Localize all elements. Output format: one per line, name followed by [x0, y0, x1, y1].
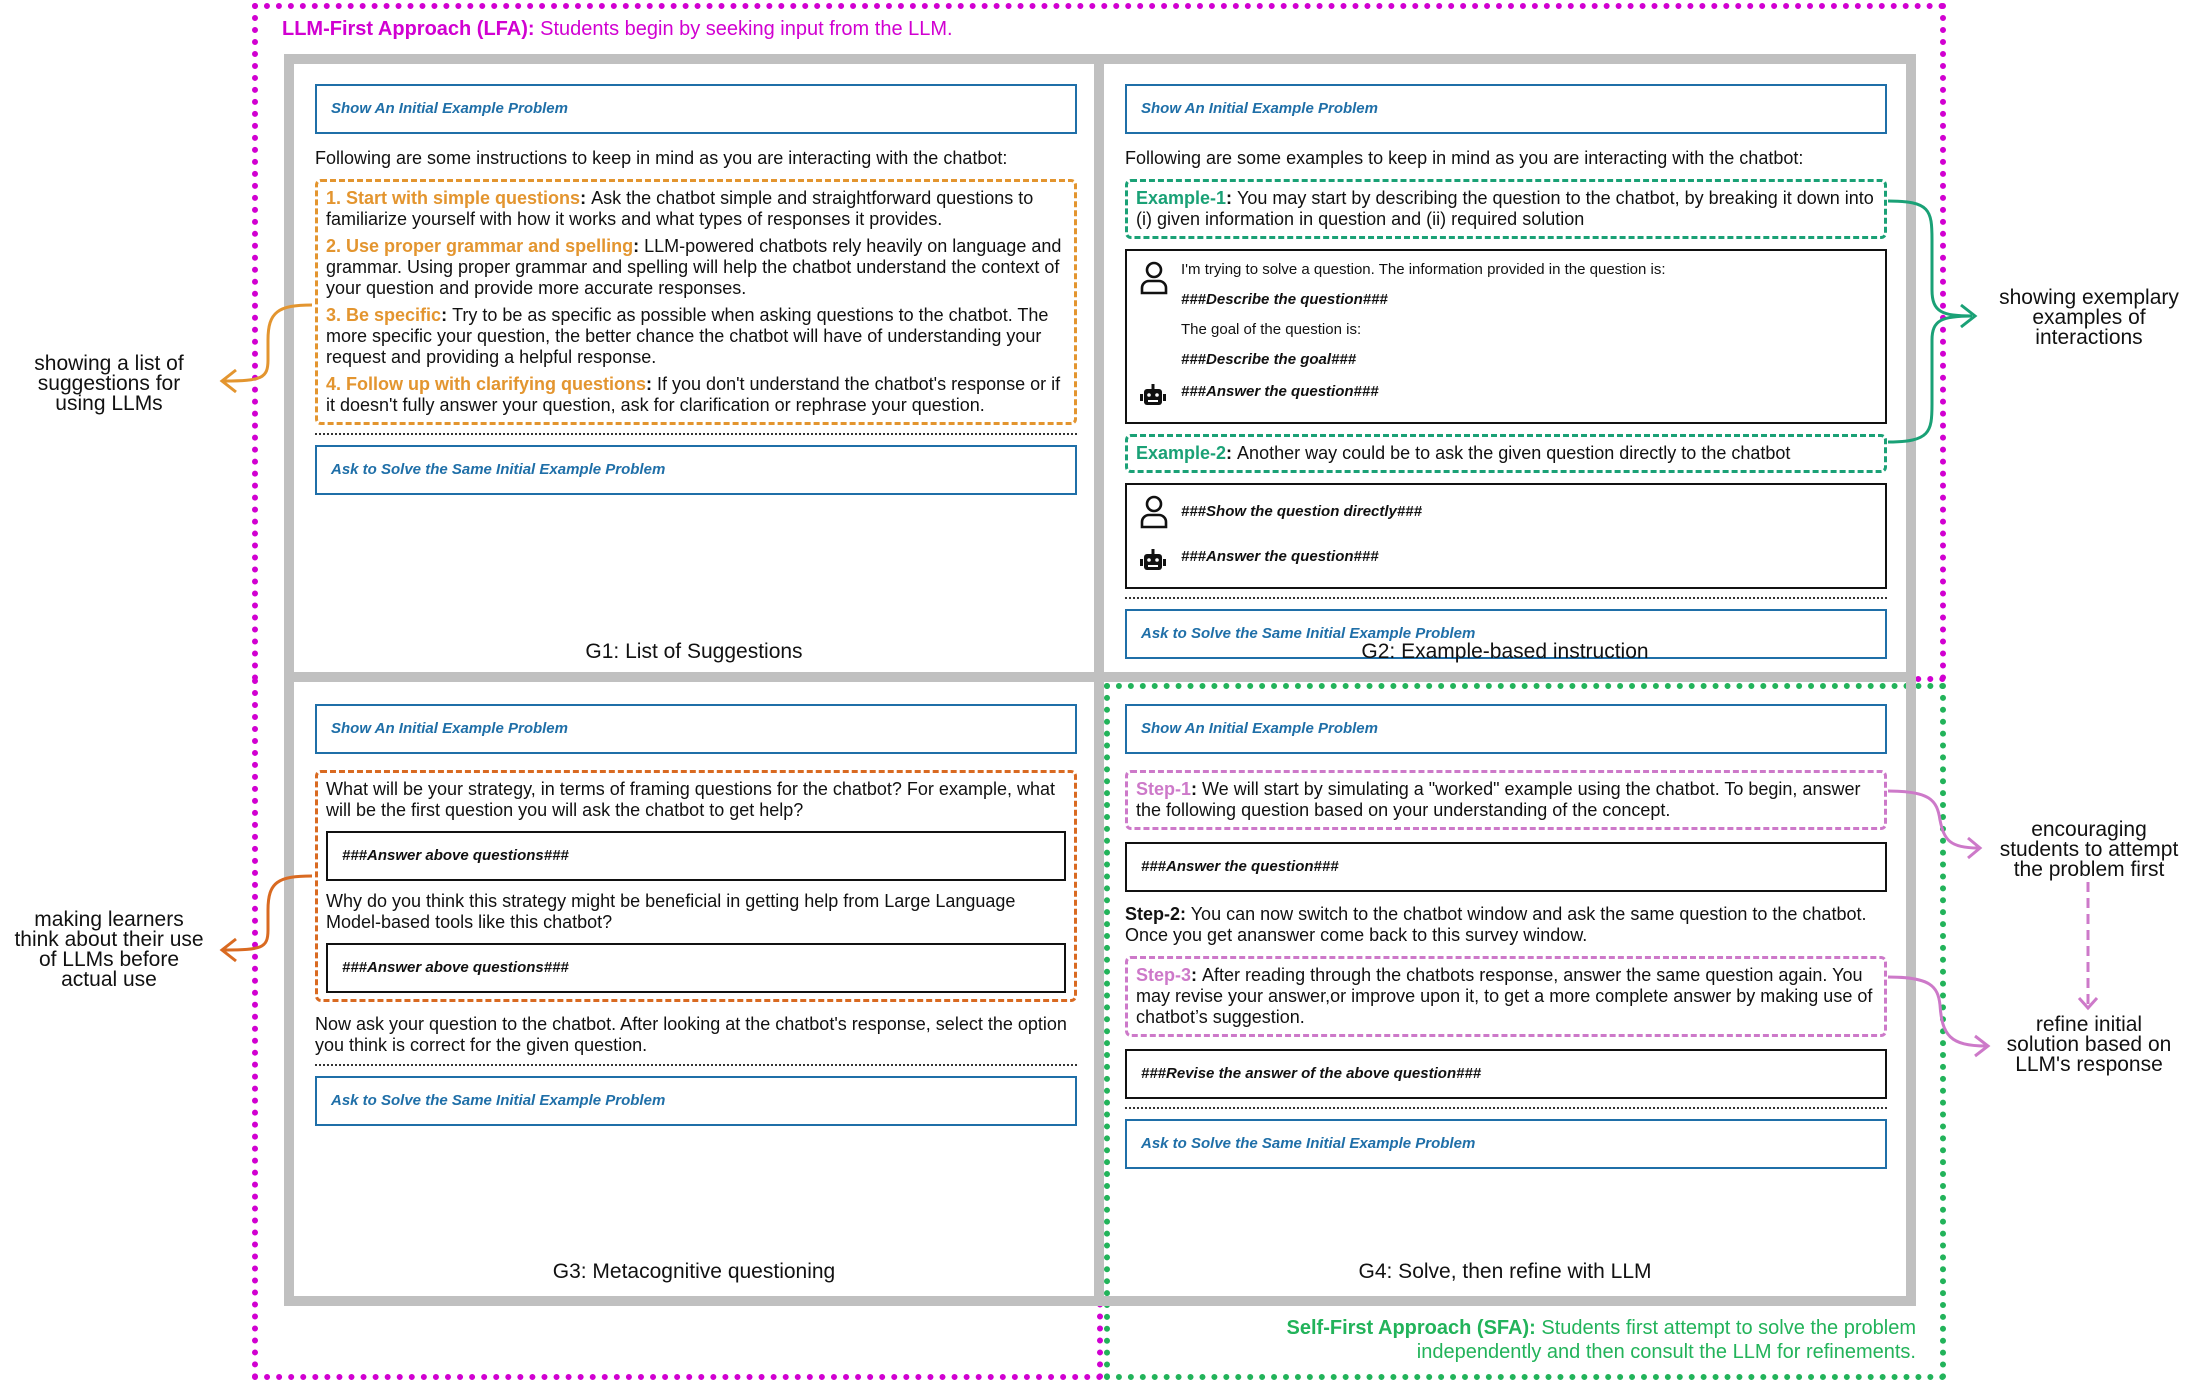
- panel-g4: Show An Initial Example Problem Step-1: …: [1125, 704, 1887, 1169]
- panel-g1: Show An Initial Example Problem Followin…: [315, 84, 1077, 495]
- suggestion-item: 2. Use proper grammar and spelling: LLM-…: [326, 236, 1062, 298]
- show-example-button[interactable]: Show An Initial Example Problem: [1125, 704, 1887, 754]
- g4-caption: G4: Solve, then refine with LLM: [1358, 1260, 1652, 1283]
- g4-step1-arrowhead: [1967, 836, 1983, 860]
- annotation-g2: showing exemplary examples of interactions: [1999, 286, 2179, 349]
- g1-caption: G1: List of Suggestions: [585, 640, 803, 663]
- robot-icon: [1139, 548, 1171, 577]
- robot-icon: [1139, 383, 1171, 412]
- ask-solve-button[interactable]: Ask to Solve the Same Initial Example Pr…: [1125, 1119, 1887, 1169]
- suggestion-item: 3. Be specific: Try to be as specific as…: [326, 305, 1049, 367]
- show-example-button[interactable]: Show An Initial Example Problem: [315, 84, 1077, 134]
- step-3-box: Step-3: After reading through the chatbo…: [1125, 956, 1887, 1037]
- g4-answer-field[interactable]: ###Answer the question###: [1125, 842, 1887, 892]
- g3-question-1: What will be your strategy, in terms of …: [326, 779, 1055, 820]
- g1-arrowhead: [219, 368, 237, 394]
- chat-bot-placeholder: ###Answer the question###: [1181, 548, 1379, 565]
- g3-arrowhead: [219, 937, 237, 963]
- annotation-g1: showing a list of suggestions for using LL…: [34, 352, 184, 415]
- g4-flow-arrowhead: [2077, 996, 2099, 1011]
- panel-g3: Show An Initial Example Problem What wil…: [315, 704, 1077, 1126]
- chat-user-text: The goal of the question is:: [1181, 321, 1362, 338]
- step-2-text: Step-2: You can now switch to the chatbo…: [1125, 904, 1867, 945]
- separator: [1125, 1107, 1887, 1109]
- user-icon: [1139, 261, 1171, 300]
- separator: [315, 433, 1077, 435]
- show-example-button[interactable]: Show An Initial Example Problem: [315, 704, 1077, 754]
- annotation-g4-refine: refine initial solution based on LLM's res…: [2006, 1013, 2172, 1076]
- chat-placeholder: ###Describe the goal###: [1181, 351, 1357, 368]
- g1-suggestions-box: 1. Start with simple questions: Ask the …: [315, 179, 1077, 425]
- grid-horizontal-divider: [284, 672, 1916, 682]
- lfa-description: Students begin by seeking input from the…: [540, 18, 953, 40]
- lfa-title: LLM-First Approach (LFA): Students begin…: [282, 18, 953, 41]
- chat-placeholder: ###Show the question directly###: [1181, 503, 1422, 520]
- g2-caption: G2: Example-based instruction: [1361, 640, 1649, 663]
- lfa-label: LLM-First Approach (LFA):: [282, 18, 535, 40]
- example-1-chat: I'm trying to solve a question. The info…: [1125, 249, 1887, 424]
- g3-caption: G3: Metacognitive questioning: [552, 1260, 836, 1283]
- chat-bot-placeholder: ###Answer the question###: [1181, 383, 1379, 400]
- g2-arrowhead: [1960, 303, 1978, 329]
- example-2-chat: ###Show the question directly### ###Answ…: [1125, 483, 1887, 589]
- annotation-g3: making learners think about their use of L…: [14, 908, 204, 991]
- chat-placeholder: ###Describe the question###: [1181, 291, 1388, 308]
- g2-intro: Following are some examples to keep in m…: [1125, 148, 1804, 168]
- separator: [1125, 597, 1887, 599]
- annotation-g4-attempt: encouraging students to attempt the proble…: [1999, 818, 2179, 881]
- g4-revise-field[interactable]: ###Revise the answer of the above questi…: [1125, 1049, 1887, 1099]
- suggestion-item: 1. Start with simple questions: Ask the …: [326, 188, 1034, 229]
- user-icon: [1139, 495, 1171, 534]
- sfa-description-1: Students first attempt to solve the prob…: [1541, 1317, 1916, 1339]
- suggestion-item: 4. Follow up with clarifying questions: …: [326, 374, 1061, 415]
- example-2-box: Example-2: Another way could be to ask t…: [1125, 434, 1887, 473]
- chat-user-text: I'm trying to solve a question. The info…: [1181, 261, 1666, 278]
- separator: [315, 1064, 1077, 1066]
- sfa-description-2: independently and then consult the LLM f…: [1416, 1341, 1916, 1363]
- sfa-label: Self-First Approach (SFA):: [1286, 1317, 1536, 1339]
- ask-solve-button[interactable]: Ask to Solve the Same Initial Example Pr…: [315, 445, 1077, 495]
- g3-answer-field-1[interactable]: ###Answer above questions###: [326, 831, 1066, 881]
- sfa-title: Self-First Approach (SFA): Students firs…: [1216, 1316, 1916, 1364]
- ask-solve-button[interactable]: Ask to Solve the Same Initial Example Pr…: [315, 1076, 1077, 1126]
- panel-g2: Show An Initial Example Problem Followin…: [1125, 84, 1887, 659]
- example-1-box: Example-1: You may start by describing t…: [1125, 179, 1887, 239]
- g3-question-2: Why do you think this strategy might be …: [326, 891, 1016, 932]
- g3-metacognitive-box: What will be your strategy, in terms of …: [315, 770, 1077, 1002]
- g3-answer-field-2[interactable]: ###Answer above questions###: [326, 943, 1066, 993]
- g1-intro: Following are some instructions to keep …: [315, 148, 1008, 168]
- g3-after-text: Now ask your question to the chatbot. Af…: [315, 1014, 1067, 1055]
- step-1-box: Step-1: We will start by simulating a "w…: [1125, 770, 1887, 830]
- show-example-button[interactable]: Show An Initial Example Problem: [1125, 84, 1887, 134]
